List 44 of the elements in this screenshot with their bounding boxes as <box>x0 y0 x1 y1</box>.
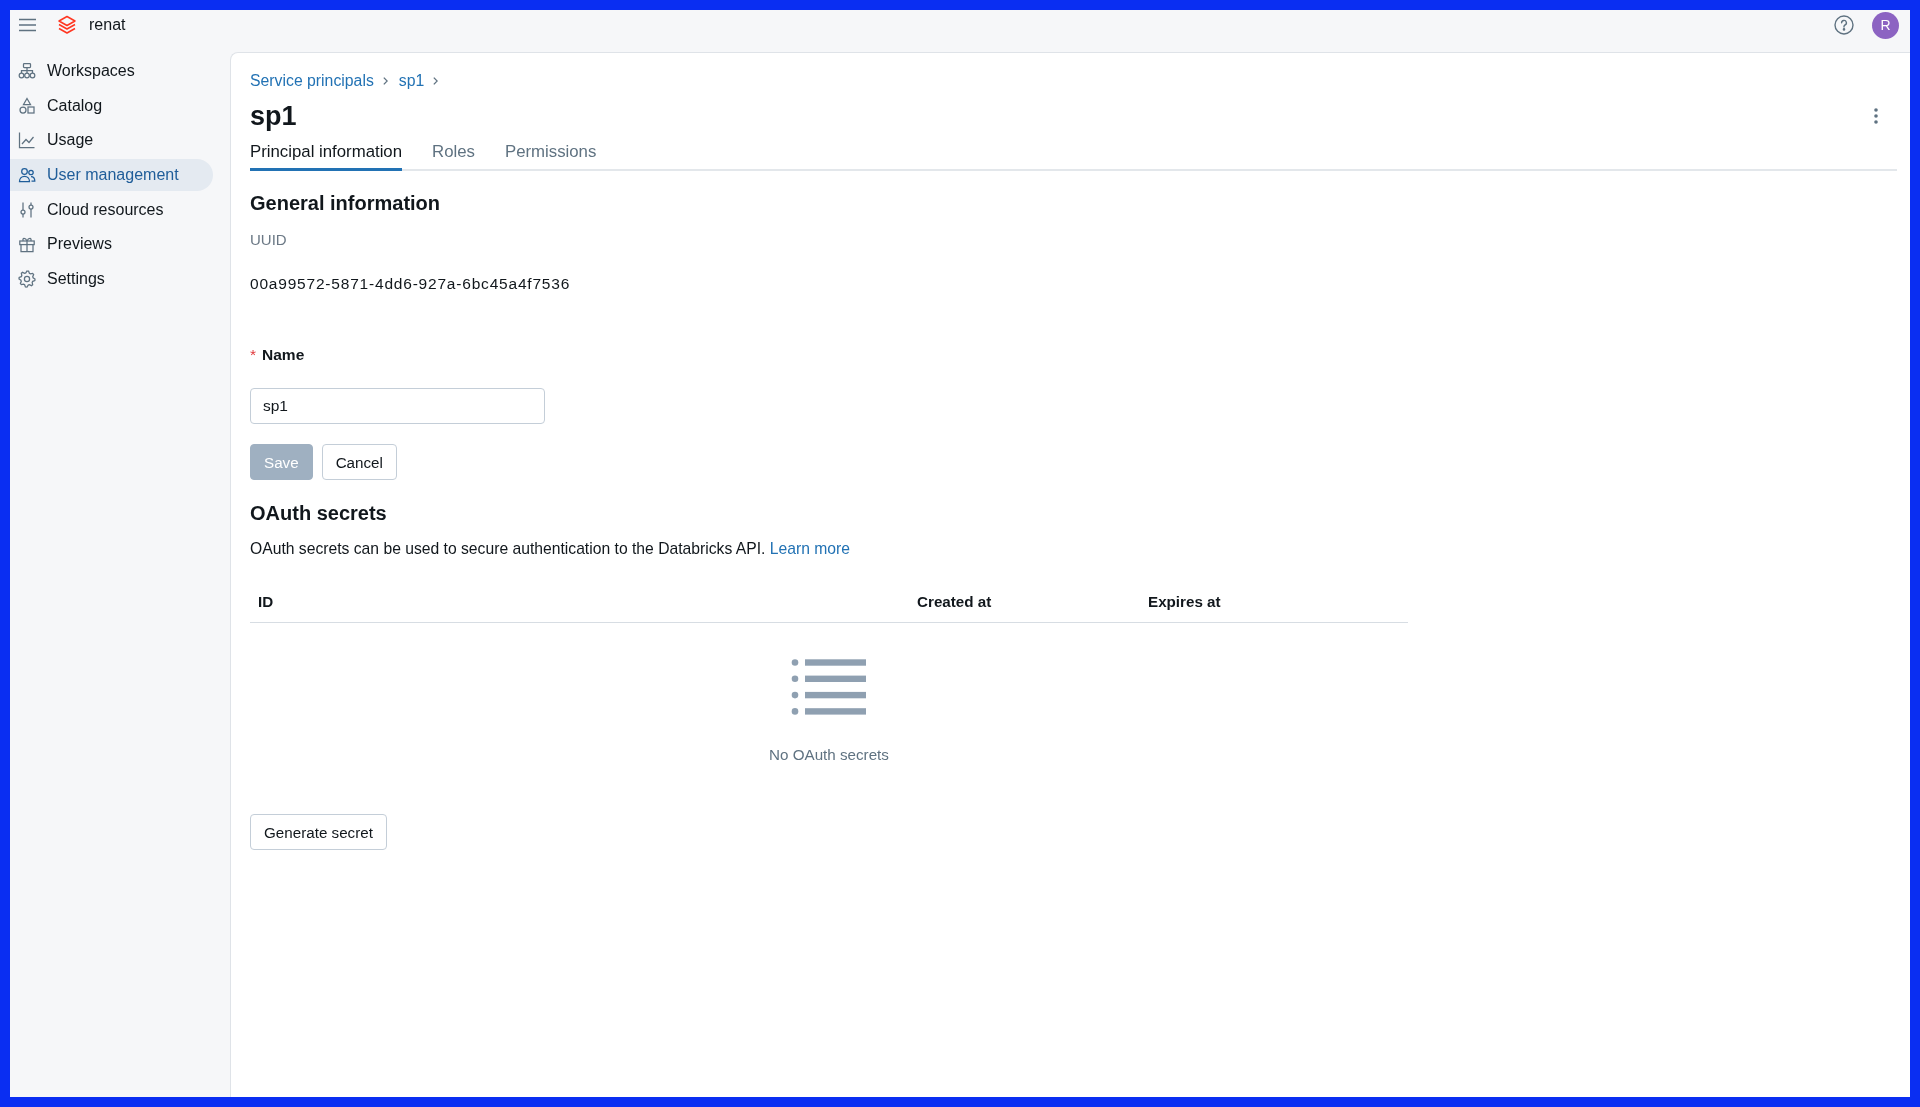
stacked-layers-logo-icon[interactable] <box>57 15 77 35</box>
name-label: Name <box>262 345 305 365</box>
column-header: ID <box>257 592 275 610</box>
sidebar-item[interactable]: Catalog <box>10 89 213 122</box>
column-header: Expires at <box>1147 592 1222 610</box>
sliders-icon <box>18 200 36 219</box>
sidebar-item[interactable]: Previews <box>10 228 213 261</box>
hierarchy-icon <box>18 62 36 80</box>
sidebar-item[interactable]: Workspaces <box>10 55 213 87</box>
name-input[interactable]: sp1 <box>250 388 545 424</box>
tab[interactable]: Roles <box>432 138 475 171</box>
line-chart-icon <box>18 131 36 150</box>
uuid-label: UUID <box>250 230 287 250</box>
sidebar-item[interactable]: User management <box>10 159 213 192</box>
breadcrumb-link[interactable]: sp1 <box>398 71 425 91</box>
section-heading: OAuth secrets <box>250 501 387 526</box>
column-header: Created at <box>916 592 993 610</box>
breadcrumb-link[interactable]: Service principals <box>250 71 374 91</box>
learn-more-link[interactable]: Learn more <box>769 540 850 557</box>
tab[interactable]: Principal information <box>250 138 403 171</box>
uuid-value: 00a99572-5871-4dd6-927a-6bc45a4f7536 <box>250 274 571 294</box>
page-title: sp1 <box>250 100 297 133</box>
help-icon[interactable] <box>1834 15 1854 35</box>
kebab-menu-icon[interactable] <box>1874 108 1878 124</box>
list-icon <box>791 659 867 716</box>
cancel-button[interactable]: Cancel <box>321 444 397 480</box>
gift-icon <box>18 235 36 254</box>
required-mark: * <box>250 345 257 365</box>
chevron-right-icon <box>382 77 388 85</box>
generate-secret-button[interactable]: Generate secret <box>250 814 387 850</box>
users-icon <box>18 166 36 185</box>
user-avatar[interactable]: R <box>1872 11 1899 39</box>
tab[interactable]: Permissions <box>504 138 597 171</box>
sidebar-item[interactable]: Usage <box>10 124 213 157</box>
gear-icon <box>18 270 36 289</box>
sidebar-item[interactable]: Settings <box>10 263 213 296</box>
chevron-right-icon <box>433 77 439 85</box>
section-heading: General information <box>250 191 441 216</box>
org-name: renat <box>89 16 126 34</box>
menu-icon[interactable] <box>19 18 36 32</box>
empty-state-text: No OAuth secrets <box>769 745 889 765</box>
oauth-description: OAuth secrets can be used to secure authentication to the Databricks API. Learn more <box>250 539 850 559</box>
sidebar-item[interactable]: Cloud resources <box>10 193 213 226</box>
shapes-icon <box>18 96 36 115</box>
